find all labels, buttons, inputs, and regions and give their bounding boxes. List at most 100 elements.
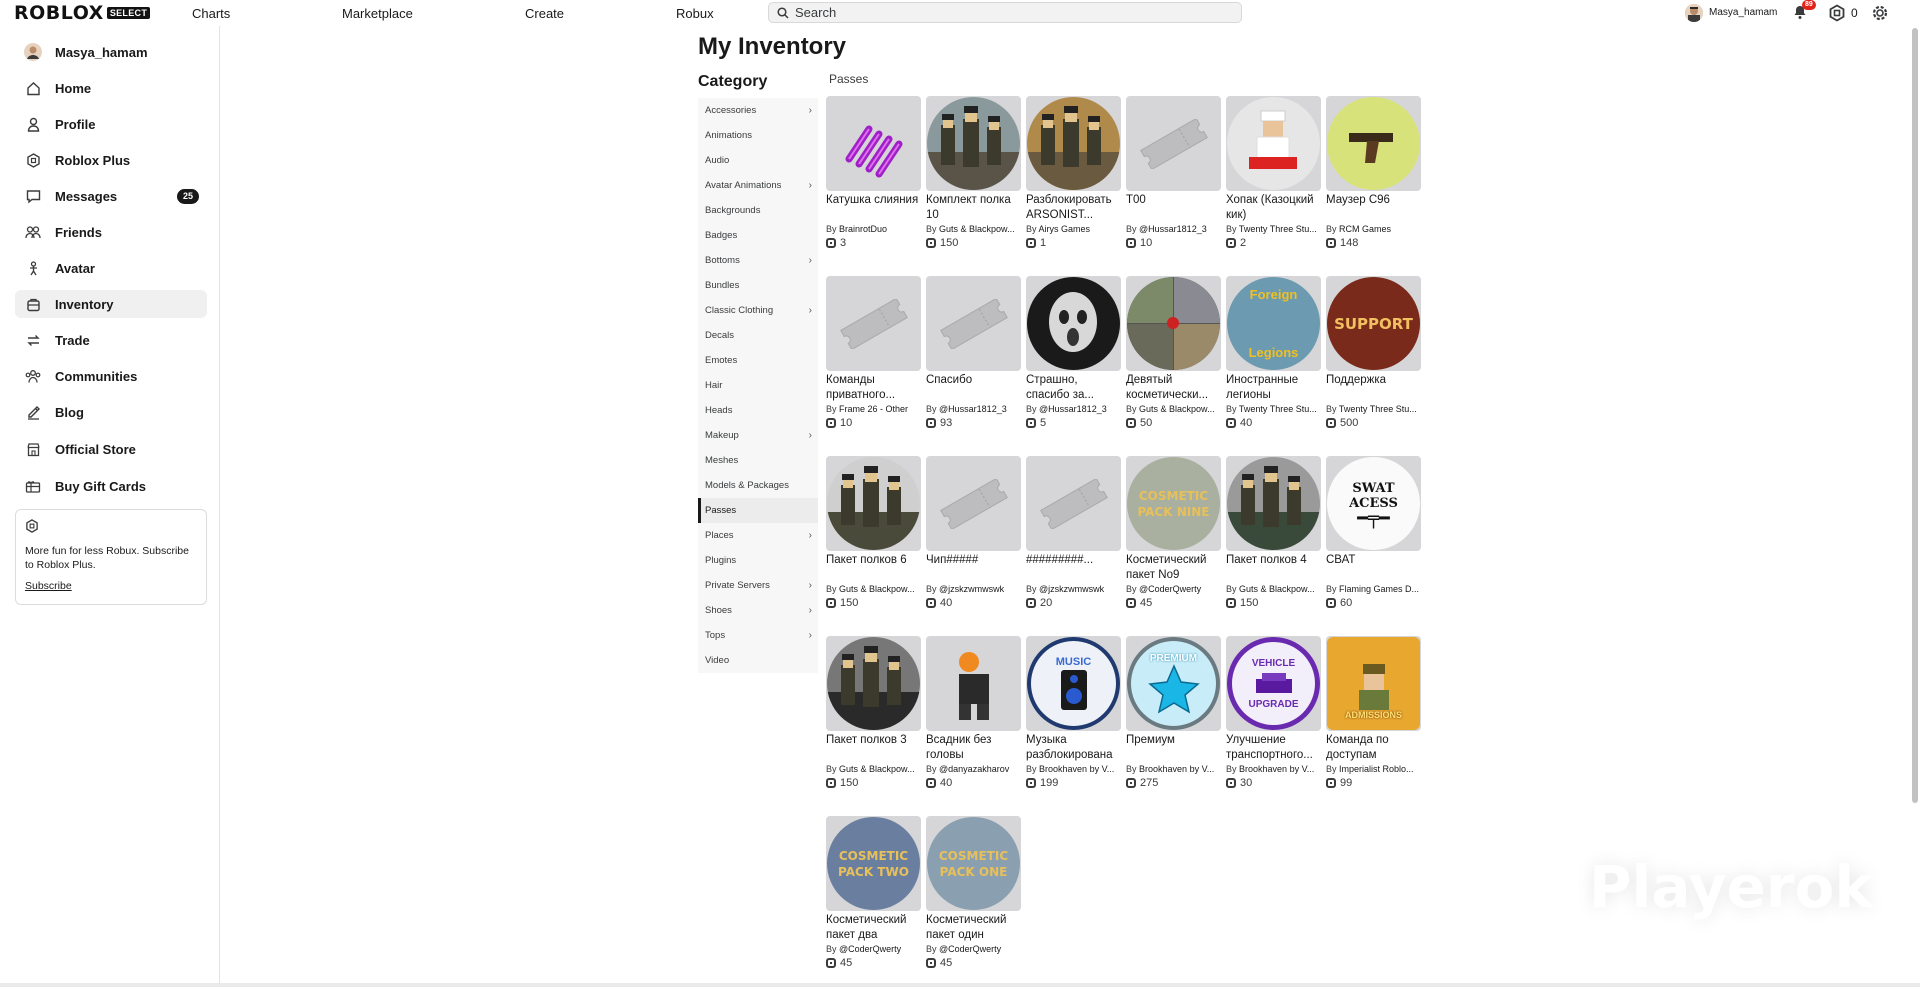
item-creator[interactable]: By Frame 26 - Other	[826, 402, 921, 416]
category-item[interactable]: Private Servers ›	[698, 573, 818, 598]
category-item[interactable]: Badges	[698, 223, 818, 248]
item-creator[interactable]: By Guts & Blackpow...	[826, 762, 921, 776]
item-creator[interactable]: By @danyazakharov	[926, 762, 1021, 776]
inventory-item-card[interactable]: COSMETIC PACK NINE Косметический пакет No9…	[1126, 456, 1221, 610]
item-thumbnail[interactable]: COSMETIC PACK ONE	[926, 816, 1021, 911]
sidebar-item-roblox-plus[interactable]: Roblox Plus	[15, 146, 207, 174]
inventory-item-card[interactable]: Страшно, спасибо за... By @Hussar1812_3 5	[1026, 276, 1121, 430]
category-item[interactable]: Places ›	[698, 523, 818, 548]
sidebar-profile-header[interactable]: Masya_hamam	[15, 38, 207, 66]
item-name[interactable]: #########...	[1026, 553, 1121, 582]
category-item[interactable]: Models & Packages	[698, 473, 818, 498]
inventory-item-card[interactable]: VEHICLE UPGRADE Улучшение транспортного...…	[1226, 636, 1321, 790]
sidebar-item-messages[interactable]: Messages 25	[15, 182, 207, 210]
inventory-item-card[interactable]: #########... By @jzskzwmwswk 20	[1026, 456, 1121, 610]
item-name[interactable]: Улучшение транспортного...	[1226, 733, 1321, 762]
item-creator[interactable]: By Brookhaven by V...	[1226, 762, 1321, 776]
sidebar-item-trade[interactable]: Trade	[15, 326, 207, 354]
item-name[interactable]: Чип#####	[926, 553, 1021, 582]
inventory-item-card[interactable]: T00 By @Hussar1812_3 10	[1126, 96, 1221, 250]
item-name[interactable]: Косметический пакет два	[826, 913, 921, 942]
item-thumbnail[interactable]	[826, 456, 921, 551]
category-item[interactable]: Backgrounds	[698, 198, 818, 223]
item-name[interactable]: T00	[1126, 193, 1221, 222]
category-item[interactable]: Video	[698, 648, 818, 673]
item-name[interactable]: Поддержка	[1326, 373, 1421, 402]
category-item[interactable]: Hair	[698, 373, 818, 398]
item-thumbnail[interactable]	[1326, 96, 1421, 191]
item-name[interactable]: Страшно, спасибо за...	[1026, 373, 1121, 402]
inventory-item-card[interactable]: Разблокировать ARSONIST... By Airys Games…	[1026, 96, 1121, 250]
inventory-item-card[interactable]: MUSIC Музыка разблокирована By Brookhaven …	[1026, 636, 1121, 790]
roblox-logo[interactable]: ROBLOX SELECT	[14, 4, 151, 23]
item-name[interactable]: Команды приватного...	[826, 373, 921, 402]
robux-balance[interactable]: 0	[1851, 6, 1858, 20]
inventory-item-card[interactable]: Девятый косметически... By Guts & Blackpo…	[1126, 276, 1221, 430]
item-creator[interactable]: By Flaming Games D...	[1326, 582, 1421, 596]
sidebar-item-official-store[interactable]: Official Store	[15, 435, 207, 463]
category-item[interactable]: Animations	[698, 123, 818, 148]
item-name[interactable]: Косметический пакет один	[926, 913, 1021, 942]
inventory-item-card[interactable]: Пакет полков 6 By Guts & Blackpow... 150	[826, 456, 921, 610]
sidebar-item-inventory[interactable]: Inventory	[15, 290, 207, 318]
item-creator[interactable]: By Guts & Blackpow...	[1126, 402, 1221, 416]
item-creator[interactable]: By Imperialist Roblo...	[1326, 762, 1421, 776]
item-thumbnail[interactable]	[1126, 276, 1221, 371]
item-creator[interactable]: By Brookhaven by V...	[1126, 762, 1221, 776]
item-name[interactable]: Катушка слияния	[826, 193, 921, 222]
category-item[interactable]: Plugins	[698, 548, 818, 573]
inventory-item-card[interactable]: Маузер C96 By RCM Games 148	[1326, 96, 1421, 250]
item-creator[interactable]: By @Hussar1812_3	[926, 402, 1021, 416]
inventory-item-card[interactable]: SUPPORT Поддержка By Twenty Three Stu... 50…	[1326, 276, 1421, 430]
nav-create[interactable]: Create	[525, 6, 564, 21]
item-creator[interactable]: By @jzskzwmwswk	[1026, 582, 1121, 596]
item-thumbnail[interactable]	[1026, 276, 1121, 371]
item-thumbnail[interactable]	[1226, 96, 1321, 191]
item-creator[interactable]: By Guts & Blackpow...	[1226, 582, 1321, 596]
item-creator[interactable]: By Twenty Three Stu...	[1226, 222, 1321, 236]
inventory-item-card[interactable]: Foreign Legions Иностранные легионы By Twen…	[1226, 276, 1321, 430]
inventory-item-card[interactable]: Чип##### By @jzskzwmwswk 40	[926, 456, 1021, 610]
item-thumbnail[interactable]	[826, 636, 921, 731]
item-thumbnail[interactable]	[826, 276, 921, 371]
inventory-item-card[interactable]: Всадник без головы By @danyazakharov 40	[926, 636, 1021, 790]
category-item[interactable]: Meshes	[698, 448, 818, 473]
item-thumbnail[interactable]	[926, 276, 1021, 371]
item-thumbnail[interactable]: COSMETIC PACK TWO	[826, 816, 921, 911]
settings-gear-icon[interactable]	[1870, 3, 1890, 23]
inventory-item-card[interactable]: SWAT ACESS ━╤━ СВАТ By Flaming Games D... 60	[1326, 456, 1421, 610]
item-name[interactable]: Всадник без головы	[926, 733, 1021, 762]
item-name[interactable]: Пакет полков 3	[826, 733, 921, 762]
item-name[interactable]: Маузер C96	[1326, 193, 1421, 222]
sidebar-item-blog[interactable]: Blog	[15, 398, 207, 426]
category-item[interactable]: Passes	[698, 498, 818, 523]
inventory-item-card[interactable]: Пакет полков 3 By Guts & Blackpow... 150	[826, 636, 921, 790]
item-creator[interactable]: By Twenty Three Stu...	[1326, 402, 1421, 416]
item-creator[interactable]: By Guts & Blackpow...	[826, 582, 921, 596]
nav-marketplace[interactable]: Marketplace	[342, 6, 413, 21]
item-name[interactable]: СВАТ	[1326, 553, 1421, 582]
inventory-item-card[interactable]: COSMETIC PACK TWO Косметический пакет два B…	[826, 816, 921, 970]
category-item[interactable]: Makeup ›	[698, 423, 818, 448]
item-thumbnail[interactable]: COSMETIC PACK NINE	[1126, 456, 1221, 551]
category-item[interactable]: Decals	[698, 323, 818, 348]
inventory-item-card[interactable]: Хопак (Казоцкий кик) By Twenty Three Stu.…	[1226, 96, 1321, 250]
item-name[interactable]: Хопак (Казоцкий кик)	[1226, 193, 1321, 222]
search-bar[interactable]	[768, 2, 1242, 23]
category-item[interactable]: Shoes ›	[698, 598, 818, 623]
item-creator[interactable]: By @CoderQwerty	[826, 942, 921, 956]
inventory-item-card[interactable]: Спасибо By @Hussar1812_3 93	[926, 276, 1021, 430]
category-item[interactable]: Emotes	[698, 348, 818, 373]
item-creator[interactable]: By RCM Games	[1326, 222, 1421, 236]
item-thumbnail[interactable]: SUPPORT	[1326, 276, 1421, 371]
sidebar-item-buy-gift-cards[interactable]: Buy Gift Cards	[15, 472, 207, 500]
inventory-item-card[interactable]: Катушка слияния By BrainrotDuo 3	[826, 96, 921, 250]
item-thumbnail[interactable]: VEHICLE UPGRADE	[1226, 636, 1321, 731]
item-thumbnail[interactable]	[926, 636, 1021, 731]
nav-charts[interactable]: Charts	[192, 6, 230, 21]
item-thumbnail[interactable]: SWAT ACESS ━╤━	[1326, 456, 1421, 551]
item-creator[interactable]: By BrainrotDuo	[826, 222, 921, 236]
item-creator[interactable]: By @CoderQwerty	[1126, 582, 1221, 596]
category-item[interactable]: Bundles	[698, 273, 818, 298]
nav-robux[interactable]: Robux	[676, 6, 714, 21]
